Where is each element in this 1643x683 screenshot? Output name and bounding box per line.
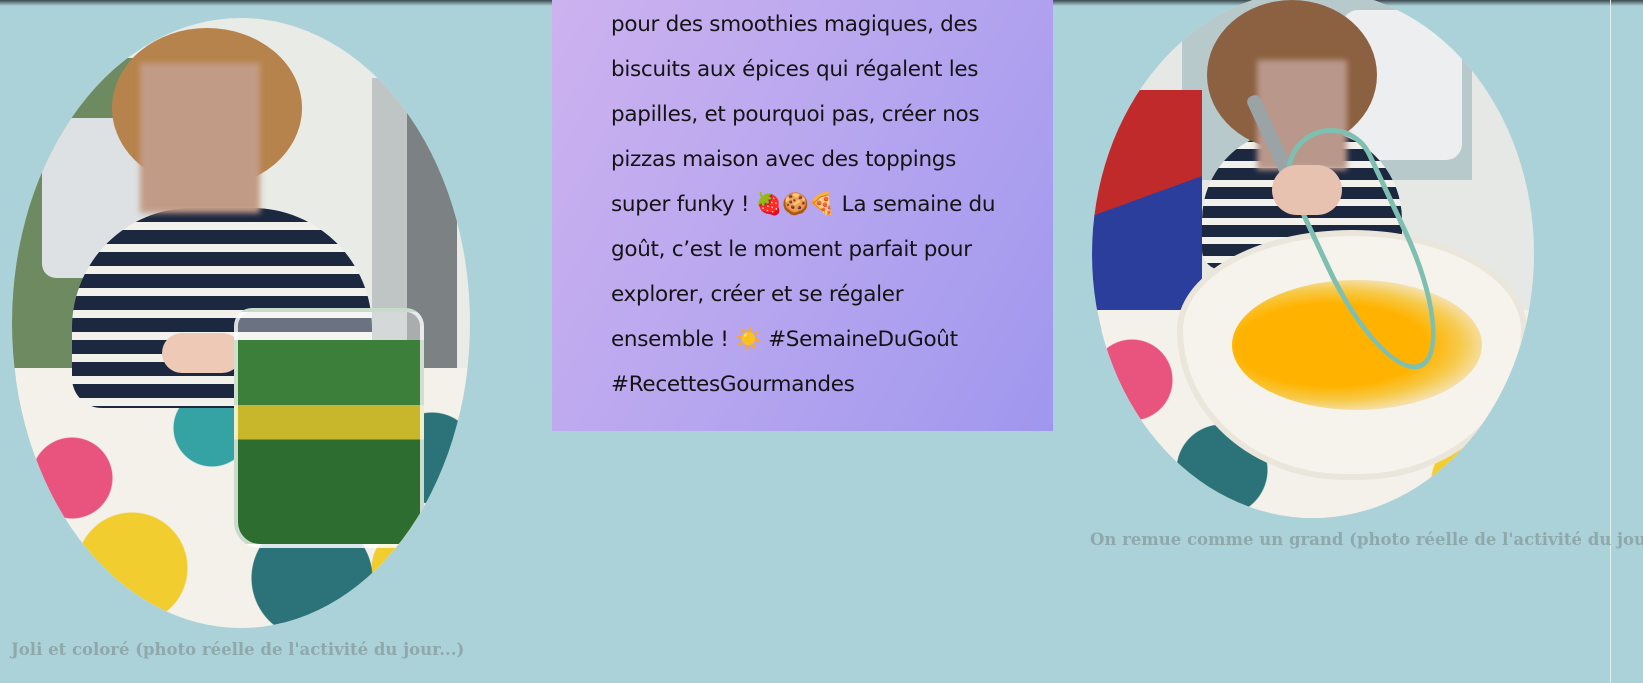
photo-blurred-face: [140, 63, 260, 213]
left-photo-caption: Joli et coloré (photo réelle de l'activi…: [11, 640, 465, 659]
photo-costume: [1092, 90, 1202, 330]
photo-child-whisking[interactable]: [1092, 0, 1534, 518]
right-photo-caption: On remue comme un grand (photo réelle de…: [1090, 530, 1643, 549]
photo-hand: [1272, 165, 1342, 215]
article-body-text: pour des smoothies magiques, des biscuit…: [611, 12, 996, 397]
column-divider: [1610, 0, 1611, 683]
photo-child-with-glass[interactable]: [12, 18, 470, 628]
article-text-box: pour des smoothies magiques, des biscuit…: [552, 0, 1053, 431]
photo-hand: [162, 333, 242, 373]
photo-green-drink-glass: [234, 308, 424, 548]
